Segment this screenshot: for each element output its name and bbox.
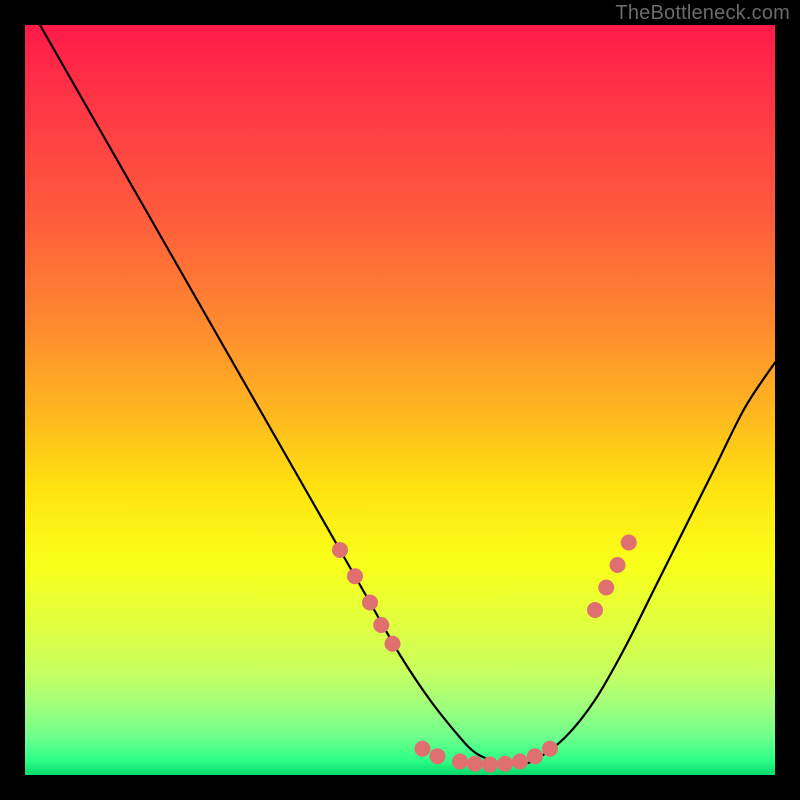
highlight-dot: [512, 754, 528, 770]
highlight-dot: [621, 535, 637, 551]
highlight-dots: [332, 535, 637, 773]
curve-layer: [25, 25, 775, 775]
highlight-dot: [415, 741, 431, 757]
highlight-dot: [482, 757, 498, 773]
chart-frame: TheBottleneck.com: [0, 0, 800, 800]
plot-area: [25, 25, 775, 775]
highlight-dot: [587, 602, 603, 618]
bottleneck-curve: [40, 25, 775, 764]
highlight-dot: [430, 748, 446, 764]
highlight-dot: [467, 756, 483, 772]
highlight-dot: [527, 748, 543, 764]
highlight-dot: [497, 756, 513, 772]
highlight-dot: [542, 741, 558, 757]
highlight-dot: [385, 636, 401, 652]
highlight-dot: [373, 617, 389, 633]
watermark-text: TheBottleneck.com: [615, 2, 790, 25]
highlight-dot: [452, 754, 468, 770]
highlight-dot: [598, 580, 614, 596]
highlight-dot: [610, 557, 626, 573]
highlight-dot: [362, 595, 378, 611]
highlight-dot: [347, 568, 363, 584]
highlight-dot: [332, 542, 348, 558]
